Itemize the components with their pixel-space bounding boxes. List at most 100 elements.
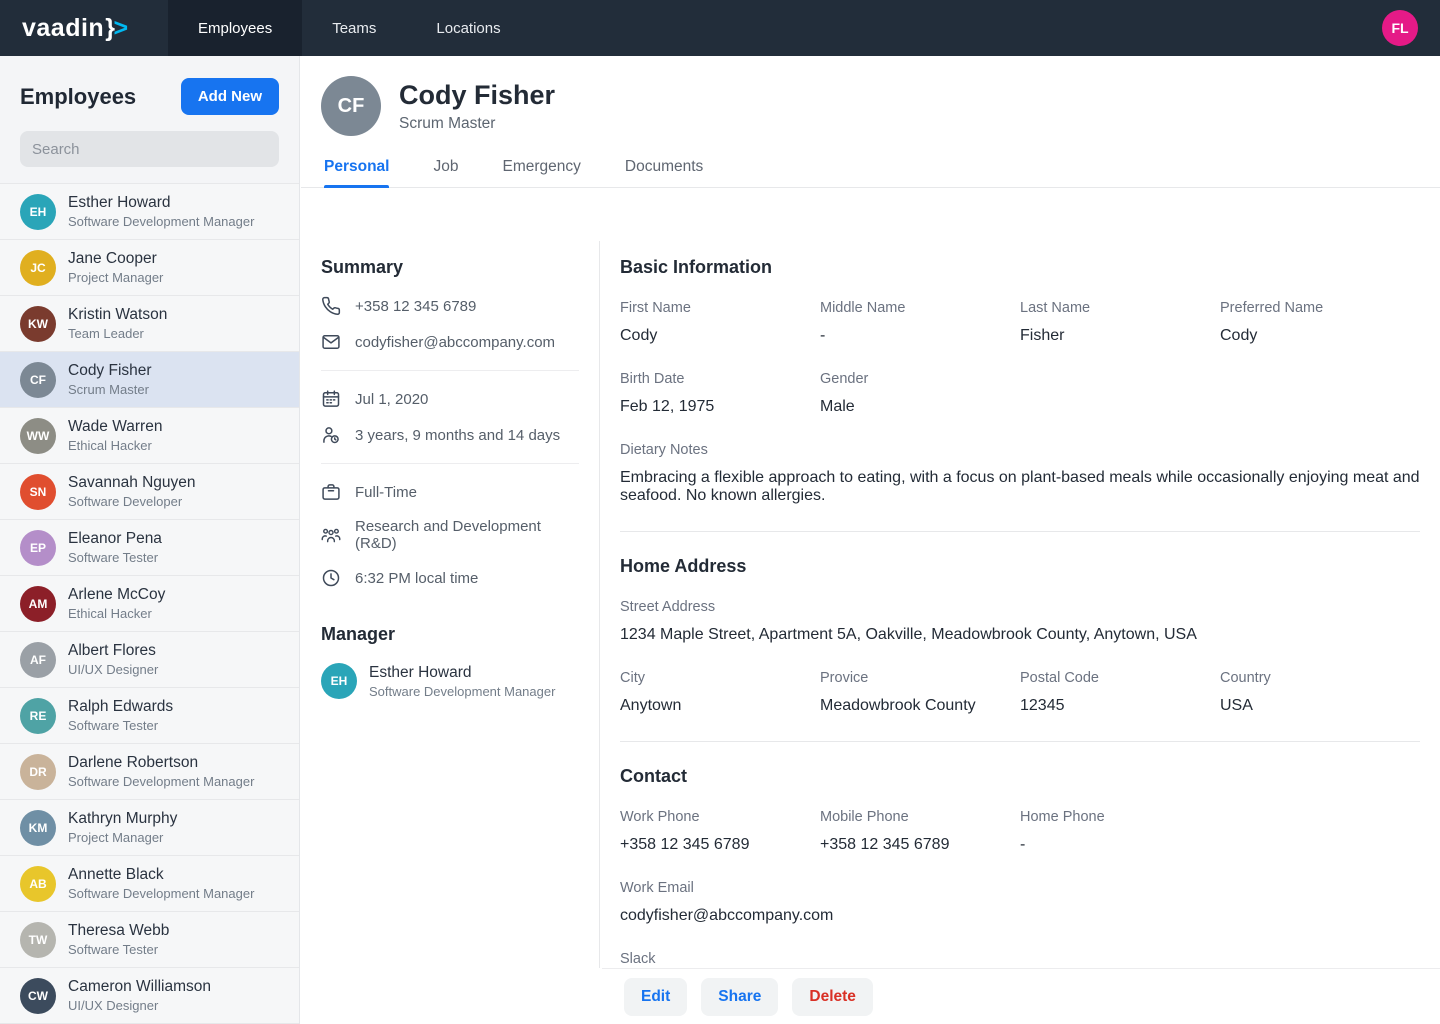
employee-list-item[interactable]: DR Darlene Robertson Software Developmen… (0, 744, 299, 800)
employee-text: Kristin Watson Team Leader (68, 306, 167, 341)
manager-card[interactable]: EH Esther Howard Software Development Ma… (321, 663, 579, 699)
employee-text: Arlene McCoy Ethical Hacker (68, 586, 165, 621)
employee-list-item[interactable]: JC Jane Cooper Project Manager (0, 240, 299, 296)
home-address-grid: City Anytown Provice Meadowbrook County … (620, 670, 1420, 715)
field-label: Birth Date (620, 371, 820, 387)
employee-list-item[interactable]: AB Annette Black Software Development Ma… (0, 856, 299, 912)
clock-icon (321, 568, 341, 588)
current-user-avatar[interactable]: FL (1382, 10, 1418, 46)
field-value: codyfisher@abccompany.com (620, 907, 1420, 925)
employee-list-item[interactable]: KW Kristin Watson Team Leader (0, 296, 299, 352)
employee-role: Scrum Master (68, 382, 152, 397)
employee-list-item[interactable]: RE Ralph Edwards Software Tester (0, 688, 299, 744)
field-label: Provice (820, 670, 1020, 686)
profile-tab[interactable]: Job (433, 150, 458, 187)
employee-text: Albert Flores UI/UX Designer (68, 642, 158, 677)
summary-job-group: Full-Time Research and Development (R&D)… (321, 464, 579, 606)
employee-avatar: CF (20, 362, 56, 398)
employee-avatar: AB (20, 866, 56, 902)
share-button[interactable]: Share (701, 978, 778, 1016)
employee-role: Project Manager (68, 830, 177, 845)
profile-header: CF Cody Fisher Scrum Master (301, 56, 1440, 136)
vaadin-logo: vaadin}> (0, 0, 168, 56)
field-value: Male (820, 398, 1020, 416)
summary-phone-row: +358 12 345 6789 (321, 296, 579, 316)
nav-item[interactable]: Locations (406, 0, 530, 56)
mail-icon (321, 332, 341, 352)
profile-tab[interactable]: Documents (625, 150, 703, 187)
employee-name: Ralph Edwards (68, 698, 173, 716)
sidebar-header: Employees Add New (0, 56, 299, 183)
nav-item-label: Employees (198, 20, 272, 37)
employee-list-item[interactable]: AM Arlene McCoy Ethical Hacker (0, 576, 299, 632)
employee-name: Annette Black (68, 866, 254, 884)
field-label: Street Address (620, 599, 1420, 615)
logo-chevron-icon: > (113, 14, 128, 43)
manager-role: Software Development Manager (369, 684, 555, 699)
top-navbar: vaadin}> Employees Teams Locations FL (0, 0, 1440, 56)
field-value: +358 12 345 6789 (820, 836, 1020, 854)
team-icon (321, 525, 341, 545)
employees-sidebar: Employees Add New EH Esther Howard Softw… (0, 56, 300, 1024)
person-clock-icon (321, 425, 341, 445)
profile-tab-label: Job (433, 158, 458, 175)
employee-name: Wade Warren (68, 418, 162, 436)
employee-list-item[interactable]: CF Cody Fisher Scrum Master (0, 352, 299, 408)
delete-button[interactable]: Delete (792, 978, 873, 1016)
work-email-field: Work Email codyfisher@abccompany.com (620, 880, 1420, 925)
manager-section: Manager EH Esther Howard Software Develo… (321, 606, 579, 699)
field: Last Name Fisher (1020, 300, 1220, 345)
field-value: Cody (1220, 327, 1420, 345)
profile-tab-label: Personal (324, 158, 389, 175)
employee-name: Cameron Williamson (68, 978, 211, 996)
summary-local-time-row: 6:32 PM local time (321, 568, 579, 588)
nav-item[interactable]: Teams (302, 0, 406, 56)
employee-list-item[interactable]: CW Cameron Williamson UI/UX Designer (0, 968, 299, 1024)
employee-list-item[interactable]: EH Esther Howard Software Development Ma… (0, 184, 299, 240)
nav-item[interactable]: Employees (168, 0, 302, 56)
summary-title: Summary (321, 257, 579, 278)
contact-title: Contact (620, 766, 1420, 787)
profile-role: Scrum Master (399, 115, 555, 133)
employee-text: Esther Howard Software Development Manag… (68, 194, 254, 229)
briefcase-icon (321, 482, 341, 502)
employee-list-item[interactable]: TW Theresa Webb Software Tester (0, 912, 299, 968)
field: Mobile Phone +358 12 345 6789 (820, 809, 1020, 854)
logo-text: vaadin (22, 14, 104, 43)
employee-list-item[interactable]: SN Savannah Nguyen Software Developer (0, 464, 299, 520)
employee-text: Eleanor Pena Software Tester (68, 530, 162, 565)
employee-avatar: EP (20, 530, 56, 566)
contact-grid: Work Phone +358 12 345 6789 Mobile Phone… (620, 809, 1420, 854)
edit-button[interactable]: Edit (624, 978, 687, 1016)
nav-item-label: Teams (332, 20, 376, 37)
employee-list-item[interactable]: EP Eleanor Pena Software Tester (0, 520, 299, 576)
employee-text: Darlene Robertson Software Development M… (68, 754, 254, 789)
basic-information-title: Basic Information (620, 257, 1420, 278)
field-value: 1234 Maple Street, Apartment 5A, Oakvill… (620, 626, 1420, 644)
field-label: Postal Code (1020, 670, 1220, 686)
field-value: Fisher (1020, 327, 1220, 345)
employee-text: Savannah Nguyen Software Developer (68, 474, 196, 509)
add-new-button[interactable]: Add New (181, 78, 279, 115)
employee-list-item[interactable]: WW Wade Warren Ethical Hacker (0, 408, 299, 464)
field-label: Preferred Name (1220, 300, 1420, 316)
basic-information-section: Basic Information First Name Cody Middle… (620, 257, 1420, 532)
street-address-field: Street Address 1234 Maple Street, Apartm… (620, 599, 1420, 644)
profile-tab[interactable]: Emergency (502, 150, 580, 187)
employee-list-item[interactable]: AF Albert Flores UI/UX Designer (0, 632, 299, 688)
summary-department: Research and Development (R&D) (355, 518, 579, 552)
employee-role: UI/UX Designer (68, 998, 211, 1013)
main-nav: Employees Teams Locations (168, 0, 531, 56)
nav-item-label: Locations (436, 20, 500, 37)
summary-contact-group: +358 12 345 6789 codyfisher@abccompany.c… (321, 278, 579, 371)
search-input[interactable] (20, 131, 279, 167)
field: First Name Cody (620, 300, 820, 345)
field-value: USA (1220, 697, 1420, 715)
field: Postal Code 12345 (1020, 670, 1220, 715)
field-value: 12345 (1020, 697, 1220, 715)
employee-list-item[interactable]: KM Kathryn Murphy Project Manager (0, 800, 299, 856)
employee-avatar: WW (20, 418, 56, 454)
employee-avatar: DR (20, 754, 56, 790)
profile-tab[interactable]: Personal (324, 150, 389, 187)
employee-role: Software Developer (68, 494, 196, 509)
